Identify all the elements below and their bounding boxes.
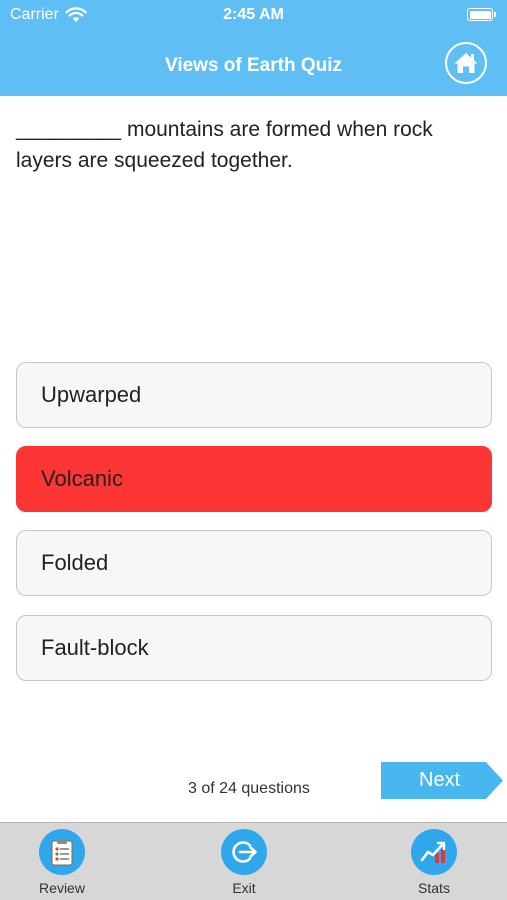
exit-icon [232,841,257,863]
home-button[interactable] [445,42,487,84]
answer-label: Folded [41,550,109,575]
stats-chart-icon [420,841,446,863]
answer-option-volcanic[interactable]: Volcanic [16,446,492,512]
page-title: Views of Earth Quiz [164,55,343,76]
tab-stats[interactable]: Stats [384,829,484,899]
app-header: Carrier 2:45 AM Views of Earth Quiz [0,0,507,96]
review-clipboard-icon [51,839,73,866]
stats-circle [411,829,457,875]
answer-label: Volcanic [41,466,123,491]
battery-icon [467,8,496,21]
status-time: 2:45 AM [223,6,284,23]
review-circle [39,829,85,875]
tab-stats-label: Stats [418,880,450,896]
answer-option-upwarped[interactable]: Upwarped [16,362,492,428]
tab-review[interactable]: Review [12,829,112,899]
answer-option-fault-block[interactable]: Fault-block [16,615,492,681]
tab-bar: Review Exit Stats [0,822,507,900]
answer-option-folded[interactable]: Folded [16,530,492,596]
answer-label: Fault-block [41,635,149,660]
status-bar: Carrier 2:45 AM [0,0,507,30]
exit-circle [221,829,267,875]
tab-exit-label: Exit [232,880,256,896]
tab-review-label: Review [39,880,85,896]
question-counter: 3 of 24 questions [188,780,310,797]
next-label: Next [419,769,461,791]
question-text: _________ mountains are formed when rock… [16,118,433,172]
answer-label: Upwarped [41,382,142,407]
tab-exit[interactable]: Exit [194,829,294,899]
home-icon [454,53,478,73]
next-button[interactable]: Next [381,762,503,799]
